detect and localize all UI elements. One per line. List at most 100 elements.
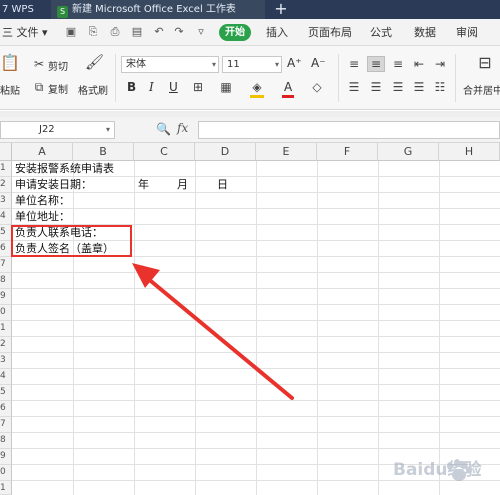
new-tab-button[interactable]: + [272, 0, 290, 19]
font-size-select[interactable]: 11 ▾ [222, 56, 282, 73]
cell-c2-year[interactable]: 年 [138, 177, 149, 193]
row-header[interactable]: 9 [0, 449, 12, 465]
tab-page-layout[interactable]: 页面布局 [308, 19, 352, 46]
row-header[interactable]: 3 [0, 353, 12, 369]
undo-icon[interactable]: ↶ [152, 25, 166, 39]
row-header[interactable]: 0 [0, 465, 12, 481]
cell-a4[interactable]: 单位地址： [15, 209, 70, 225]
justify-icon[interactable]: ☰ [412, 80, 426, 94]
row-header[interactable]: 4 [0, 209, 12, 225]
row-header[interactable]: 7 [0, 257, 12, 273]
font-color-button[interactable]: A [284, 80, 292, 94]
row-header[interactable]: 1 [0, 321, 12, 337]
column-header-h[interactable]: H [439, 143, 500, 161]
save-icon[interactable]: ▣ [64, 25, 78, 39]
tab-data[interactable]: 数据 [414, 19, 436, 46]
select-all-corner[interactable] [0, 143, 12, 161]
row-header[interactable]: 4 [0, 369, 12, 385]
row-header[interactable]: 0 [0, 305, 12, 321]
row-header[interactable]: 2 [0, 337, 12, 353]
redo-icon[interactable]: ↷ [172, 25, 186, 39]
zoom-lookup-icon[interactable]: 🔍 [156, 122, 171, 136]
paste-icon[interactable]: 📋 [0, 55, 20, 74]
wps-home-tab[interactable]: 7 WPS [0, 0, 50, 19]
cell-c2-month[interactable]: 月 [177, 177, 188, 193]
column-header-c[interactable]: C [134, 143, 195, 161]
decrease-indent-icon[interactable]: ⇤ [412, 57, 426, 71]
cell-a3[interactable]: 单位名称： [15, 193, 70, 209]
font-name-value: 宋体 [126, 59, 146, 70]
spreadsheet-doc-icon: S [57, 6, 68, 18]
fill-color-icon[interactable]: ◈ [250, 80, 264, 94]
font-name-select[interactable]: 宋体 ▾ [121, 56, 219, 73]
fx-icon[interactable]: fx [177, 121, 188, 135]
print-icon[interactable]: ⎙ [108, 25, 122, 39]
underline-button[interactable]: U [169, 80, 178, 94]
cell-d2-day[interactable]: 日 [217, 177, 228, 193]
copy-button[interactable]: 复制 [48, 81, 68, 96]
increase-indent-icon[interactable]: ⇥ [433, 57, 447, 71]
document-tab[interactable]: S 新建 Microsoft Office Excel 工作表 [51, 0, 265, 19]
cell-a2[interactable]: 申请安装日期： [15, 177, 92, 193]
column-header-f[interactable]: F [317, 143, 378, 161]
column-header-g[interactable]: G [378, 143, 439, 161]
merge-center-button[interactable]: 合并居中 [463, 82, 500, 97]
cell-reference: J22 [39, 124, 55, 135]
row-header[interactable]: 6 [0, 401, 12, 417]
row-header[interactable]: 7 [0, 417, 12, 433]
copy-icon[interactable]: ⧉ [33, 80, 45, 94]
title-tab-bar: 7 WPS S 新建 Microsoft Office Excel 工作表 + [0, 0, 500, 19]
tab-insert[interactable]: 插入 [266, 19, 288, 46]
bold-button[interactable]: B [127, 80, 136, 94]
shrink-font-button[interactable]: A⁻ [311, 56, 326, 70]
align-left-icon[interactable]: ☰ [347, 80, 361, 94]
row-header[interactable]: 1 [0, 481, 12, 495]
cut-icon[interactable]: ✂ [33, 57, 45, 71]
align-center-icon[interactable]: ☰ [369, 80, 383, 94]
ribbon-toolbar: 📋 粘贴 ✂ 剪切 ⧉ 复制 🖌 格式刷 宋体 ▾ 11 ▾ A⁺ A⁻ B I U… [0, 46, 500, 110]
column-header-d[interactable]: D [195, 143, 256, 161]
format-painter-icon[interactable]: 🖌 [85, 55, 104, 70]
format-painter-button[interactable]: 格式刷 [78, 82, 108, 97]
cut-button[interactable]: 剪切 [48, 58, 68, 73]
quick-access-dropdown-icon[interactable]: ▿ [194, 25, 208, 39]
formula-input[interactable] [198, 121, 500, 139]
border-icon[interactable]: ⊞ [191, 80, 205, 94]
row-header[interactable]: 3 [0, 193, 12, 209]
row-header[interactable]: 8 [0, 273, 12, 289]
tab-review[interactable]: 审阅 [456, 19, 478, 46]
row-header[interactable]: 1 [0, 161, 12, 177]
row-header[interactable]: 9 [0, 289, 12, 305]
grow-font-button[interactable]: A⁺ [287, 56, 302, 70]
fill-pattern-icon[interactable]: ▦ [219, 80, 233, 94]
column-header-e[interactable]: E [256, 143, 317, 161]
ribbon-divider [455, 54, 456, 102]
tab-formula[interactable]: 公式 [370, 19, 392, 46]
print-preview-icon[interactable]: ▤ [130, 25, 144, 39]
distributed-align-icon[interactable]: ☷ [433, 80, 447, 94]
row-header[interactable]: 8 [0, 433, 12, 449]
clear-format-icon[interactable]: ◇ [310, 80, 324, 94]
align-middle-icon[interactable]: ≡ [369, 57, 383, 71]
name-box[interactable]: J22 ▾ [0, 121, 115, 139]
merge-center-icon[interactable]: ⊟ [475, 55, 495, 71]
chevron-down-icon: ▾ [274, 60, 279, 69]
align-top-icon[interactable]: ≡ [347, 57, 361, 71]
menu-bar: 三 文件 ▾ ▣ ⎘ ⎙ ▤ ↶ ↷ ▿ 开始 插入 页面布局 公式 数据 审阅 [0, 19, 500, 46]
column-header-a[interactable]: A [12, 143, 73, 161]
row-header[interactable]: 2 [0, 177, 12, 193]
align-bottom-icon[interactable]: ≡ [391, 57, 405, 71]
chevron-down-icon: ▾ [105, 125, 110, 134]
italic-button[interactable]: I [149, 80, 154, 94]
baidu-watermark: Baidu经验 [393, 459, 483, 481]
column-header-b[interactable]: B [73, 143, 134, 161]
document-tab-title: 新建 Microsoft Office Excel 工作表 [72, 4, 236, 15]
file-menu[interactable]: 三 文件 ▾ [2, 19, 48, 46]
row-header[interactable]: 5 [0, 385, 12, 401]
spreadsheet-grid[interactable]: A B C D E F G H 1 2 3 4 5 6 7 8 9 0 1 2 … [0, 143, 500, 495]
export-pdf-icon[interactable]: ⎘ [86, 25, 100, 39]
paste-button[interactable]: 粘贴 [0, 82, 20, 97]
cell-a1[interactable]: 安装报警系统申请表 [15, 161, 114, 177]
align-right-icon[interactable]: ☰ [391, 80, 405, 94]
tab-start[interactable]: 开始 [219, 24, 251, 41]
